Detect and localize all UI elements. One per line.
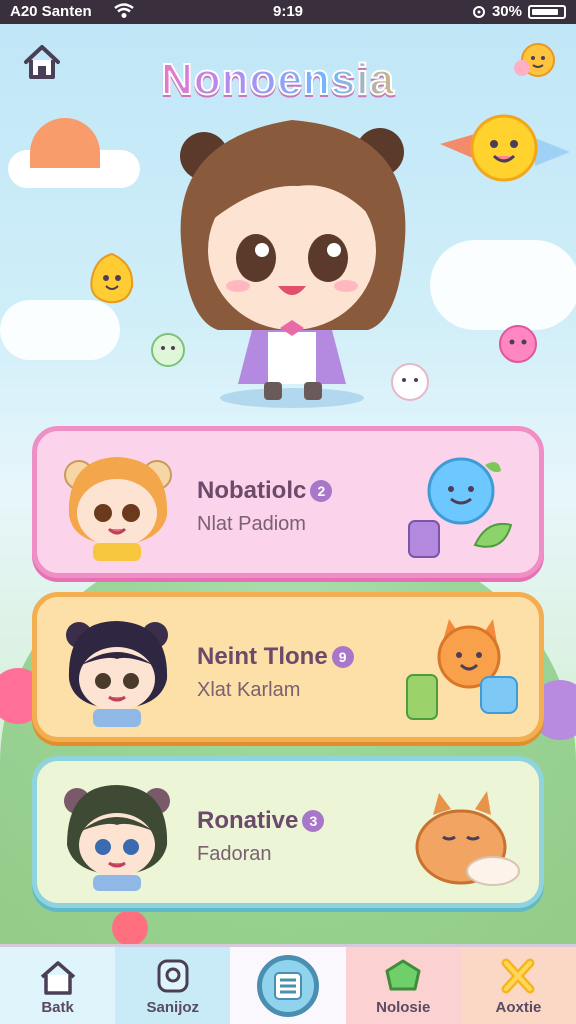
winged-sun-icon — [440, 114, 570, 182]
yellow-blob-icon — [90, 252, 134, 304]
character-card[interactable]: Nobatiolc 2 Nlat Padiom — [32, 426, 544, 578]
level-badge: 2 — [310, 480, 333, 502]
level-badge: 9 — [331, 646, 354, 668]
sun-decoration — [30, 118, 100, 168]
home-icon — [40, 961, 75, 995]
game-screen: A20 Santen 9:19 30% Nonoensia Nobatiolc … — [0, 0, 576, 1024]
home-icon[interactable] — [22, 42, 62, 82]
status-bar: A20 Santen 9:19 30% — [0, 0, 576, 24]
blue-slime-icon — [408, 457, 513, 558]
nav-label: Sanijoz — [146, 999, 200, 1016]
character-avatar — [64, 785, 170, 891]
cloud-decoration — [430, 240, 576, 330]
pink-blob-icon — [499, 325, 537, 363]
nav-item-gems[interactable]: Nolosie — [345, 944, 461, 1024]
card-title-text: Nobatiolc — [197, 477, 307, 504]
character-card[interactable]: Neint Tlone 9 Xlat Karlam — [32, 592, 544, 742]
nav-label: Nolosie — [376, 999, 431, 1016]
status-right: 30% — [472, 3, 566, 20]
bottom-nav: Batk Sanijoz Nolosie Aoxtie — [0, 944, 576, 1024]
menu-button[interactable] — [257, 955, 319, 1017]
nav-item-menu[interactable] — [230, 944, 346, 1024]
main-character — [180, 120, 406, 408]
level-badge: 3 — [302, 810, 325, 832]
card-title: Neint Tlone 9 — [197, 643, 354, 671]
card-title-text: Neint Tlone — [197, 643, 328, 670]
flower-decoration — [112, 910, 148, 946]
nav-label: Batk — [41, 999, 74, 1016]
nav-label: Aoxtie — [495, 999, 542, 1016]
card-title-text: Ronative — [197, 807, 299, 834]
list-icon — [274, 972, 302, 1000]
card-title: Ronative 3 — [197, 807, 325, 835]
nav-item-activity[interactable]: Aoxtie — [460, 944, 576, 1024]
cross-icon — [501, 958, 535, 994]
battery-percent: 30% — [491, 3, 522, 20]
search-icon — [157, 959, 189, 993]
character-avatar — [64, 457, 172, 561]
gem-icon — [385, 959, 421, 991]
battery-icon — [528, 4, 566, 19]
cloud-decoration — [0, 300, 120, 360]
card-subtitle: Xlat Karlam — [197, 679, 301, 701]
card-subtitle: Fadoran — [197, 843, 272, 865]
nav-item-home[interactable]: Batk — [0, 944, 116, 1024]
card-subtitle: Nlat Padiom — [197, 513, 306, 535]
sync-icon — [472, 5, 485, 18]
character-card[interactable]: Ronative 3 Fadoran — [32, 756, 544, 908]
sun-mascot-icon[interactable] — [510, 40, 560, 82]
fox-pet-icon — [406, 619, 518, 720]
character-avatar — [66, 621, 168, 727]
sleeping-fox-icon — [415, 791, 520, 886]
nav-item-search[interactable]: Sanijoz — [115, 944, 231, 1024]
card-title: Nobatiolc 2 — [197, 477, 333, 505]
